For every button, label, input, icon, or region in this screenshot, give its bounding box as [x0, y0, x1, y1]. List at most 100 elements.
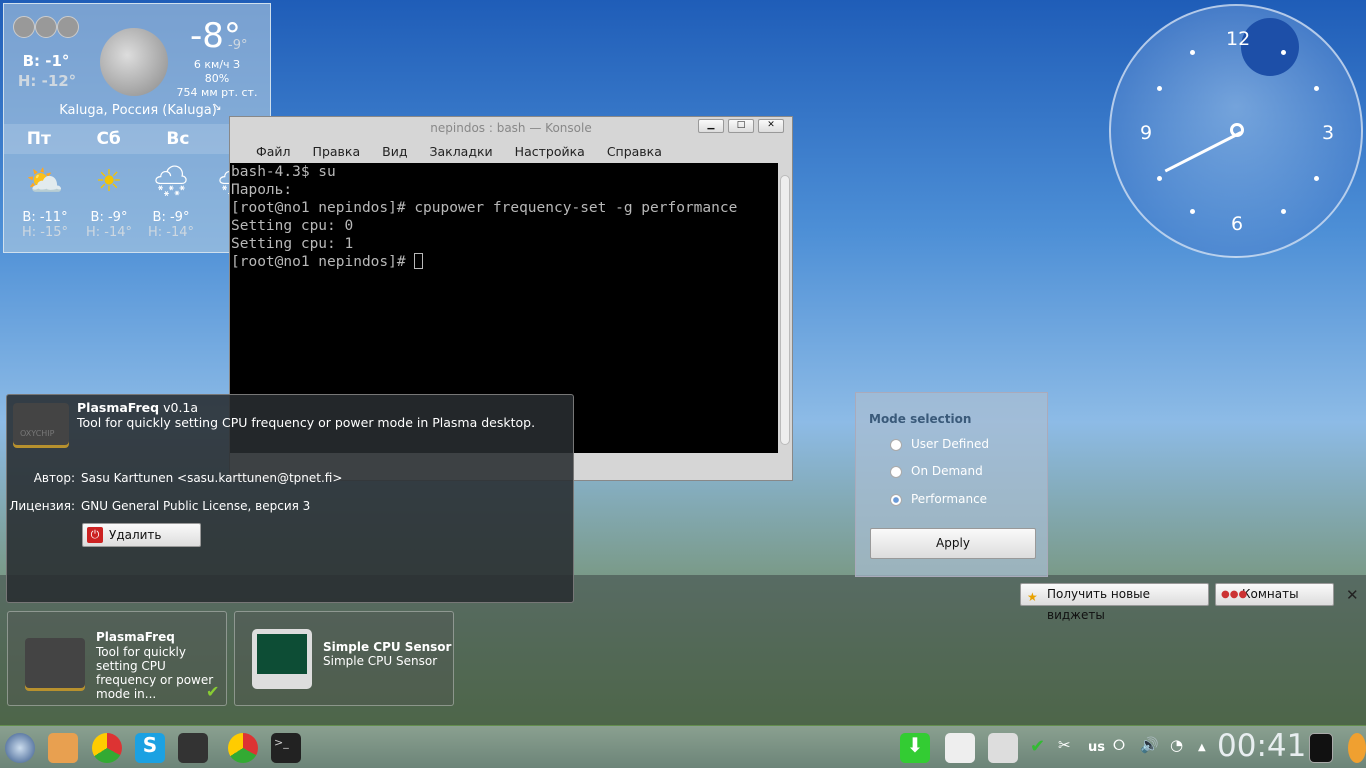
option-label: User Defined: [911, 437, 989, 451]
terminal-line: Setting cpu: 0: [231, 218, 354, 234]
widget-name: PlasmaFreq: [77, 400, 160, 415]
toggle-icon[interactable]: [988, 733, 1018, 763]
sunny-icon: ☀: [95, 164, 123, 199]
apply-button[interactable]: Apply: [870, 528, 1036, 559]
sun-icon[interactable]: [13, 16, 35, 38]
window-list-icon[interactable]: [945, 733, 975, 763]
menu-view[interactable]: Вид: [382, 144, 407, 159]
wifi-icon[interactable]: ◔: [1170, 736, 1183, 754]
star-icon: ★: [1027, 590, 1038, 604]
scrollbar[interactable]: [780, 175, 790, 445]
terminal-line: Пароль:: [231, 182, 293, 198]
card-title: PlasmaFreq: [96, 630, 175, 644]
license-label: Лицензия:: [9, 499, 75, 513]
author-value: Sasu Karttunen <sasu.karttunen@tpnet.fi>: [81, 471, 343, 485]
remove-button[interactable]: ⏻ Удалить: [82, 523, 201, 547]
digital-clock[interactable]: 00:41: [1217, 728, 1306, 764]
chrome-task-icon[interactable]: [228, 733, 258, 763]
radio-performance[interactable]: [890, 494, 902, 506]
widget-description: Tool for quickly setting CPU frequency o…: [77, 415, 536, 430]
menu-bookmarks[interactable]: Закладки: [429, 144, 492, 159]
plasmafreq-logo-icon: OXYCHIP: [13, 403, 69, 445]
usb-icon[interactable]: ⭘: [1113, 736, 1125, 754]
widget-card-cpu-sensor[interactable]: Simple CPU Sensor Simple CPU Sensor: [234, 611, 454, 706]
skype-icon[interactable]: S: [135, 733, 165, 763]
menu-file[interactable]: Файл: [256, 144, 291, 159]
minimize-button[interactable]: ▁: [698, 119, 724, 133]
radio-user-defined[interactable]: [890, 439, 902, 451]
widget-card-plasmafreq[interactable]: PlasmaFreq Tool for quickly setting CPU …: [7, 611, 227, 706]
file-manager-icon[interactable]: [48, 733, 78, 763]
activities-button[interactable]: ●●● Комнаты: [1215, 583, 1334, 606]
terminal-cursor: [414, 253, 424, 269]
feels-like: -9°: [228, 38, 248, 53]
today-low: Н: -12°: [17, 72, 77, 90]
clock-number: 3: [1322, 122, 1335, 144]
get-new-widgets-button[interactable]: ★ Получить новые виджеты: [1020, 583, 1209, 622]
chip-icon: [25, 638, 85, 688]
forecast-high: В: -9°: [90, 210, 128, 225]
terminal-line: Setting cpu: 1: [231, 236, 354, 252]
terminal-prompt: [root@no1 nepindos]#: [231, 254, 415, 270]
scissors-icon[interactable]: ✂: [1058, 736, 1071, 754]
terminal-task-icon[interactable]: >_: [271, 733, 301, 763]
option-label: On Demand: [911, 464, 983, 478]
close-button[interactable]: ✕: [758, 119, 784, 133]
wind: 6 км/ч З: [193, 58, 241, 71]
forecast-day: ⛅ В: -11° Н: -15°: [14, 164, 76, 240]
keyboard-layout[interactable]: us: [1088, 740, 1105, 755]
button-label: Комнаты: [1242, 587, 1299, 601]
forecast-low: Н: -15°: [21, 225, 69, 240]
terminal-line: bash-4.3$ su: [231, 164, 336, 180]
mode-selection-widget: Mode selection User Defined On Demand Pe…: [855, 392, 1048, 577]
skype-status-icon[interactable]: ✔: [1030, 736, 1045, 757]
button-label: Удалить: [109, 528, 162, 542]
forecast-low: Н: -14°: [147, 225, 195, 240]
radio-on-demand[interactable]: [890, 466, 902, 478]
analog-clock: 12 3 6 9: [1109, 4, 1363, 258]
trash-icon[interactable]: [1309, 733, 1333, 763]
media-player-icon[interactable]: [178, 733, 208, 763]
option-label: Performance: [911, 492, 988, 506]
card-desc: Tool for quickly setting CPU frequency o…: [96, 645, 214, 701]
today-high: В: -1°: [22, 52, 70, 70]
weather-buttons: [13, 16, 79, 41]
widget-version: v0.1a: [163, 400, 199, 415]
download-icon[interactable]: ⬇: [900, 733, 930, 763]
forecast-day: ☀ В: -9° Н: -14°: [78, 164, 140, 240]
volume-icon[interactable]: 🔊: [1140, 736, 1159, 754]
humidity: 80%: [204, 72, 230, 85]
info-icon[interactable]: [35, 16, 57, 38]
activities-icon: ●●●: [1221, 589, 1248, 600]
day-label: Сб: [96, 129, 121, 149]
close-bar-icon[interactable]: ✕: [1346, 586, 1359, 604]
installed-check-icon: ✔: [206, 682, 220, 701]
menu-help[interactable]: Справка: [607, 144, 662, 159]
app-launcher-icon[interactable]: [5, 733, 35, 763]
card-title: Simple CPU Sensor: [323, 640, 452, 654]
menu-bar: Файл Правка Вид Закладки Настройка Справ…: [230, 139, 792, 163]
widget-info-panel: OXYCHIP PlasmaFreq v0.1a Tool for quickl…: [6, 394, 574, 603]
card-desc: Simple CPU Sensor: [323, 654, 438, 668]
menu-edit[interactable]: Правка: [313, 144, 361, 159]
monitor-icon: [252, 629, 312, 689]
license-value: GNU General Public License, версия 3: [81, 499, 311, 513]
globe-icon[interactable]: [57, 16, 79, 38]
day-label: Пт: [26, 129, 51, 149]
moon-icon: [100, 28, 168, 96]
clock-number: 6: [1231, 213, 1244, 235]
chrome-icon[interactable]: [92, 733, 122, 763]
expand-tray-icon[interactable]: ▲: [1198, 742, 1206, 753]
clock-number: 9: [1140, 122, 1153, 144]
power-icon: ⏻: [87, 527, 103, 543]
forecast-high: В: -11°: [22, 210, 68, 225]
menu-settings[interactable]: Настройка: [515, 144, 585, 159]
partly-cloudy-icon: ⛅: [26, 164, 64, 199]
author-label: Автор:: [33, 471, 75, 485]
day-label: Вс: [166, 129, 190, 149]
logo-text: OXYCHIP: [20, 429, 55, 438]
plasma-toolbox-icon[interactable]: [1348, 733, 1366, 763]
forecast-high: В: -9°: [152, 210, 190, 225]
maximize-button[interactable]: □: [728, 119, 754, 133]
mode-title: Mode selection: [869, 412, 972, 426]
